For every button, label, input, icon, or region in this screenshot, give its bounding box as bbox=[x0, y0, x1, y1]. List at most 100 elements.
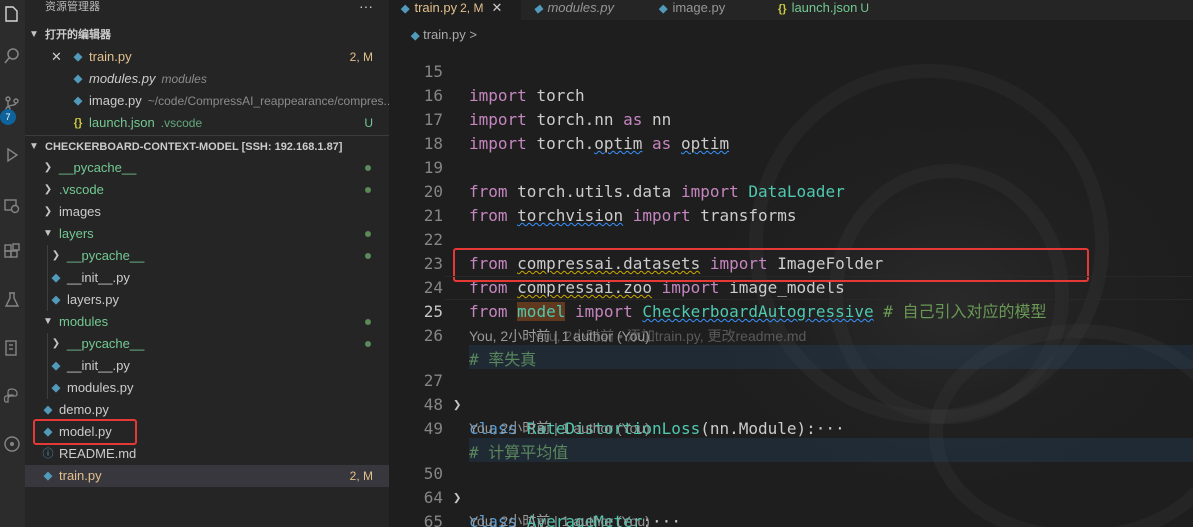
source-control-badge: 7 bbox=[0, 109, 16, 125]
modified-dot bbox=[365, 319, 371, 325]
open-editor-desc: .vscode bbox=[160, 116, 203, 130]
tab-label: image.py bbox=[672, 0, 726, 15]
docker-icon[interactable] bbox=[2, 338, 22, 358]
tree-folder-name: images bbox=[59, 204, 101, 219]
chevron-right-icon: ❯ bbox=[43, 162, 53, 173]
search-icon[interactable] bbox=[2, 46, 22, 66]
codelens-blame[interactable]: You, 2小时前 | 1 author (You) bbox=[469, 512, 650, 527]
code-line: 15 import torch bbox=[389, 44, 1193, 105]
code-line: 25 You, 2小时前 • 添加train.py, 更改readme.md bbox=[389, 276, 1193, 344]
tree-folder[interactable]: ❯ __pycache__ bbox=[25, 333, 389, 355]
tree-file[interactable]: ⓘ README.md bbox=[25, 443, 389, 465]
tree-folder[interactable]: ❯ images bbox=[25, 201, 389, 223]
python-file-icon: ◆ bbox=[659, 3, 668, 15]
tree-file[interactable]: ◆ layers.py bbox=[25, 289, 389, 311]
tree-folder[interactable]: ▼ modules bbox=[25, 311, 389, 333]
open-editor-item[interactable]: ◆ image.py ~/code/CompressAI_reappearance… bbox=[25, 90, 394, 112]
tab-modules-py[interactable]: ◆ modules.py bbox=[522, 0, 646, 20]
chevron-right-icon: ❯ bbox=[43, 184, 53, 195]
chevron-down-icon: ▼ bbox=[29, 141, 39, 152]
open-editor-item[interactable]: ◆ modules.py modules bbox=[25, 68, 389, 90]
explorer-sidebar: 资源管理器 ··· ▼ 打开的编辑器 ✕ ◆ train.py 2, M ◆ m… bbox=[25, 0, 394, 527]
open-editor-item[interactable]: {} launch.json .vscode U bbox=[25, 112, 389, 134]
code-line: 48 bbox=[389, 369, 1193, 414]
open-editor-desc: modules bbox=[161, 72, 207, 86]
tree-folder[interactable]: ▼ layers bbox=[25, 223, 389, 245]
editor-tabs: ◆ train.py 2, M ✕ ◆ modules.py ◆ image.py {} l… bbox=[389, 0, 1193, 20]
chevron-right-icon: ❯ bbox=[51, 338, 61, 349]
chevron-down-icon: ▼ bbox=[29, 29, 39, 40]
code-line: 64 bbox=[389, 462, 1193, 507]
activity-bar: 7 bbox=[0, 0, 25, 527]
codelens-blame[interactable]: You, 2小时前 | 1 author (You) bbox=[469, 327, 650, 345]
tree-folder[interactable]: ❯ __pycache__ bbox=[25, 157, 389, 179]
python-file-icon: ◆ bbox=[73, 95, 83, 107]
extensions-icon[interactable] bbox=[2, 242, 22, 262]
code-line: 20 from torchvision import transforms bbox=[389, 156, 1193, 225]
code-line: 50 ❯ class AverageMeter:··· bbox=[389, 438, 1193, 527]
code-line: 27 ❯ class RateDistortionLoss(nn.Module)… bbox=[389, 345, 1193, 438]
workspace-label: CHECKERBOARD-CONTEXT-MODEL [SSH: 192.168… bbox=[45, 141, 343, 153]
tree-folder-name: modules bbox=[59, 314, 109, 329]
close-icon[interactable]: ✕ bbox=[491, 0, 502, 15]
files-icon[interactable] bbox=[2, 4, 22, 24]
code-line: 16 import torch.nn as nn bbox=[389, 60, 1193, 129]
modified-dot bbox=[365, 253, 371, 259]
breadcrumb-separator: > bbox=[469, 27, 477, 42]
open-editor-desc: ~/code/CompressAI_reappearance/compres..… bbox=[147, 94, 394, 108]
tree-file[interactable]: ◆ train.py 2, M bbox=[25, 465, 389, 487]
code-editor[interactable]: 15 import torch 16 import torch.nn as nn… bbox=[389, 44, 1193, 527]
tree-folder[interactable]: ❯ .vscode bbox=[25, 179, 389, 201]
breadcrumb[interactable]: ◆ train.py > bbox=[389, 22, 477, 44]
tree-file-name: demo.py bbox=[59, 402, 109, 417]
highlight-box bbox=[33, 419, 137, 445]
tree-folder[interactable]: ❯ __pycache__ bbox=[25, 245, 389, 267]
code-line: 26 # 率失真 bbox=[389, 300, 1193, 369]
modified-dot bbox=[365, 341, 371, 347]
tree-file-name: README.md bbox=[59, 446, 137, 461]
codelens-blame[interactable]: You, 2小时前 | 1 author (You) bbox=[469, 419, 650, 437]
tree-file-name: layers.py bbox=[67, 292, 120, 307]
git-graph-icon[interactable] bbox=[2, 434, 22, 454]
info-icon: ⓘ bbox=[42, 448, 54, 460]
python-file-icon: ◆ bbox=[51, 272, 61, 284]
tree-file-name: modules.py bbox=[67, 380, 134, 395]
open-editor-item[interactable]: ✕ ◆ train.py 2, M bbox=[25, 46, 389, 68]
tab-launch-json[interactable]: {} launch.json U bbox=[766, 0, 904, 20]
open-editors-label: 打开的编辑器 bbox=[45, 29, 111, 41]
tree-file-status: 2, M bbox=[349, 469, 373, 483]
close-icon[interactable]: ✕ bbox=[51, 46, 62, 68]
workspace-header[interactable]: ▼ CHECKERBOARD-CONTEXT-MODEL [SSH: 192.1… bbox=[25, 135, 389, 157]
code-line: 21 bbox=[389, 180, 1193, 225]
tree-folder-name: __pycache__ bbox=[67, 248, 145, 263]
tree-file[interactable]: ◆ __init__.py bbox=[25, 355, 389, 377]
open-editor-name: launch.json bbox=[89, 115, 155, 130]
tree-file-name: train.py bbox=[59, 468, 102, 483]
testing-icon[interactable] bbox=[2, 290, 22, 310]
tab-status: 2, M bbox=[460, 1, 484, 15]
open-editor-name: image.py bbox=[89, 93, 142, 108]
tab-image-py[interactable]: ◆ image.py bbox=[647, 0, 765, 20]
breadcrumb-file[interactable]: train.py bbox=[423, 27, 466, 42]
python-file-icon: ◆ bbox=[43, 470, 53, 482]
tree-file[interactable]: ◆ demo.py bbox=[25, 399, 389, 421]
more-actions-icon[interactable]: ··· bbox=[359, 0, 373, 14]
python-file-icon: ◆ bbox=[43, 404, 53, 416]
chevron-right-icon: ❯ bbox=[51, 250, 61, 261]
python-icon[interactable] bbox=[2, 386, 22, 406]
tree-folder-name: layers bbox=[59, 226, 94, 241]
open-editors-header[interactable]: ▼ 打开的编辑器 bbox=[25, 24, 389, 46]
python-file-icon: ◆ bbox=[73, 73, 83, 85]
tree-file[interactable]: ◆ __init__.py bbox=[25, 267, 389, 289]
explorer-title: 资源管理器 bbox=[45, 1, 100, 13]
tab-label: launch.json bbox=[791, 0, 858, 15]
tab-train-py[interactable]: ◆ train.py 2, M ✕ bbox=[389, 0, 521, 20]
open-editor-status: U bbox=[364, 116, 373, 130]
run-debug-icon[interactable] bbox=[2, 145, 22, 165]
tree-file-name: __init__.py bbox=[67, 358, 130, 373]
code-line: 65 bbox=[389, 486, 1193, 527]
python-file-icon: ◆ bbox=[73, 51, 83, 63]
tree-file[interactable]: ◆ modules.py bbox=[25, 377, 389, 399]
remote-explorer-icon[interactable] bbox=[2, 196, 22, 216]
open-editor-name: train.py bbox=[89, 49, 132, 64]
